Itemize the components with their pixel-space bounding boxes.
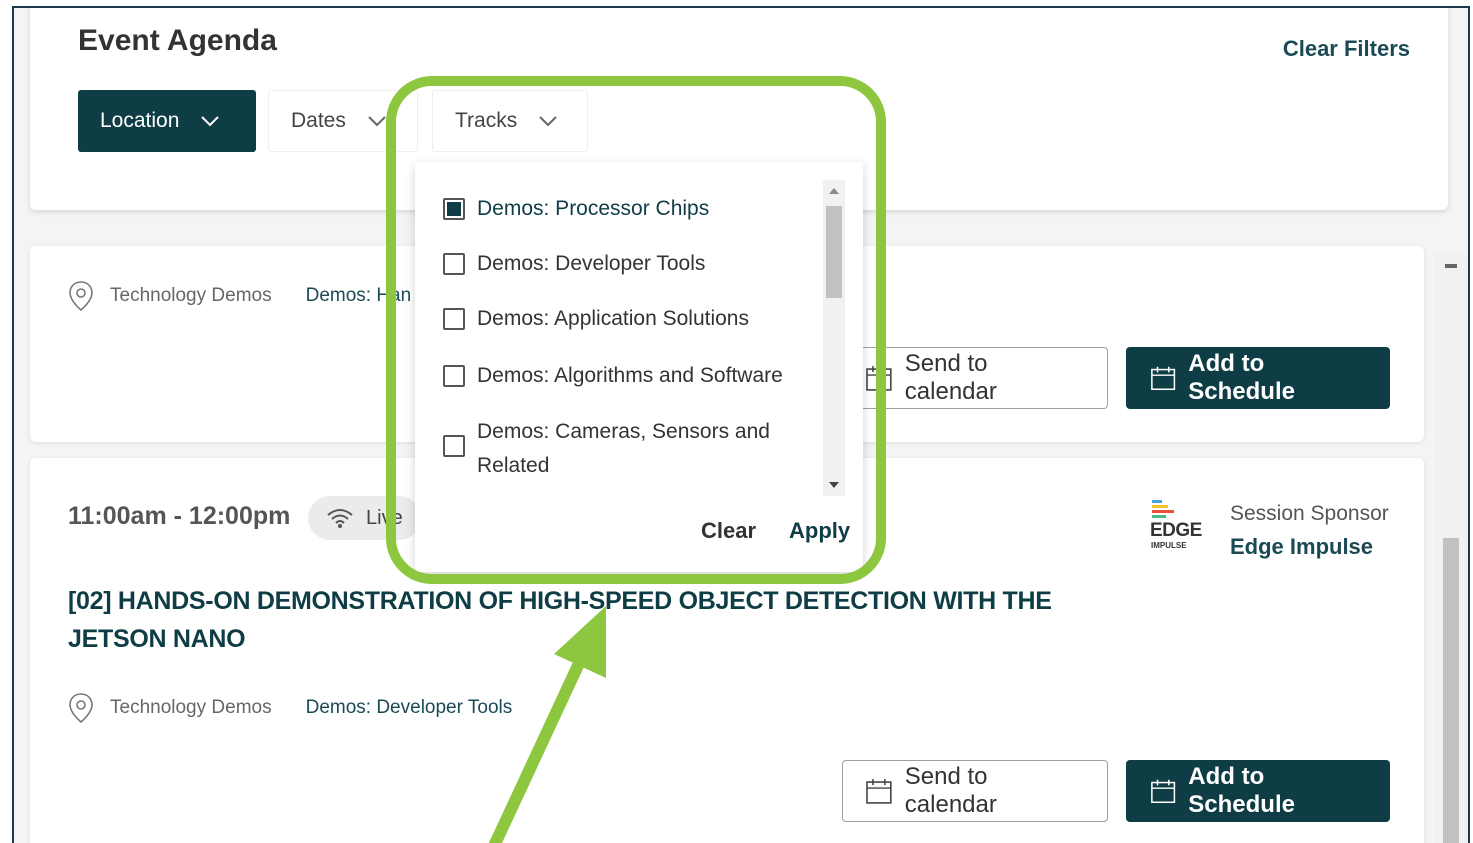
calendar-icon — [1151, 366, 1176, 391]
map-pin-icon — [69, 281, 93, 312]
live-badge: Live — [308, 496, 421, 540]
track-option-application-solutions[interactable]: Demos: Application Solutions — [443, 302, 749, 336]
calendar-icon — [1151, 779, 1176, 804]
checkbox[interactable] — [443, 365, 465, 387]
track-option-label: Demos: Developer Tools — [477, 252, 706, 275]
dates-filter-button[interactable]: Dates — [268, 90, 418, 152]
tracks-filter-label: Tracks — [455, 109, 518, 132]
session-title-link[interactable]: [02] HANDS-ON DEMONSTRATION OF HIGH-SPEE… — [68, 582, 1108, 658]
clear-filters-link[interactable]: Clear Filters — [1283, 36, 1410, 62]
send-to-calendar-button[interactable]: Send to calendar — [842, 347, 1108, 409]
session-track-link[interactable]: Demos: Developer Tools — [306, 697, 513, 719]
session-location-row: Technology Demos Demos: Developer Tools — [68, 692, 512, 724]
tracks-filter-button[interactable]: Tracks — [432, 90, 588, 152]
dates-filter-label: Dates — [291, 109, 346, 132]
sponsor-name-link[interactable]: Edge Impulse — [1230, 534, 1373, 560]
session-location-row: Technology Demos Demos: Han — [68, 280, 411, 312]
app-frame: Event Agenda Clear Filters Location Date… — [12, 6, 1470, 843]
chevron-down-icon — [368, 116, 386, 127]
track-option-developer-tools[interactable]: Demos: Developer Tools — [443, 247, 705, 281]
edge-impulse-logo-subtext: IMPULSE — [1151, 541, 1187, 550]
tracks-dropdown: Demos: Processor Chips Demos: Developer … — [415, 162, 863, 572]
add-to-schedule-label: Add to Schedule — [1188, 350, 1295, 405]
scroll-up-arrow-icon[interactable] — [829, 188, 839, 194]
wifi-icon — [327, 509, 353, 528]
checkbox[interactable] — [443, 435, 465, 457]
edge-impulse-logo-text: EDGE — [1150, 520, 1202, 541]
map-pin-icon — [69, 693, 93, 724]
track-option-label: Demos: Algorithms and Software — [477, 364, 783, 387]
checkbox[interactable] — [443, 253, 465, 275]
apply-button[interactable]: Apply — [789, 518, 850, 544]
session-time: 11:00am - 12:00pm — [68, 502, 291, 530]
clear-button[interactable]: Clear — [701, 518, 756, 544]
track-option-algorithms-software[interactable]: Demos: Algorithms and Software — [443, 359, 783, 393]
location-filter-button[interactable]: Location — [78, 90, 256, 152]
scroll-down-arrow-icon[interactable] — [829, 482, 839, 488]
page-scrollbar-thumb[interactable] — [1443, 538, 1459, 843]
dropdown-scrollbar-thumb[interactable] — [826, 206, 842, 298]
calendar-icon — [866, 366, 892, 391]
send-to-calendar-button[interactable]: Send to calendar — [842, 760, 1108, 822]
scroll-indicator-icon — [1445, 264, 1457, 268]
session-location: Technology Demos — [110, 697, 272, 718]
chevron-down-icon — [201, 116, 220, 127]
sponsor-label: Session Sponsor — [1230, 502, 1389, 525]
track-option-processor-chips[interactable]: Demos: Processor Chips — [443, 192, 709, 226]
add-to-schedule-label: Add to Schedule — [1188, 763, 1295, 818]
checkbox[interactable] — [443, 308, 465, 330]
add-to-schedule-button[interactable]: Add to Schedule — [1126, 347, 1390, 409]
location-filter-label: Location — [100, 109, 180, 132]
calendar-icon — [866, 779, 892, 804]
checkbox-checked[interactable] — [443, 198, 465, 220]
session-location: Technology Demos — [110, 285, 272, 306]
send-to-calendar-label: Send to calendar — [904, 350, 997, 405]
page-title: Event Agenda — [78, 24, 277, 57]
track-option-label: Demos: Cameras, Sensors and Related — [477, 420, 770, 477]
live-label: Live — [366, 506, 403, 529]
dropdown-scrollbar[interactable] — [823, 180, 845, 496]
chevron-down-icon — [539, 116, 557, 127]
track-option-cameras-sensors[interactable]: Demos: Cameras, Sensors and Related — [443, 415, 793, 483]
track-option-label: Demos: Processor Chips — [477, 197, 710, 220]
track-option-label: Demos: Application Solutions — [477, 307, 749, 330]
add-to-schedule-button[interactable]: Add to Schedule — [1126, 760, 1390, 822]
edge-impulse-logo: EDGE IMPULSE — [1148, 498, 1204, 550]
page-scrollbar[interactable] — [1434, 252, 1468, 843]
session-track-link[interactable]: Demos: Han — [306, 285, 412, 307]
send-to-calendar-label: Send to calendar — [904, 763, 997, 818]
